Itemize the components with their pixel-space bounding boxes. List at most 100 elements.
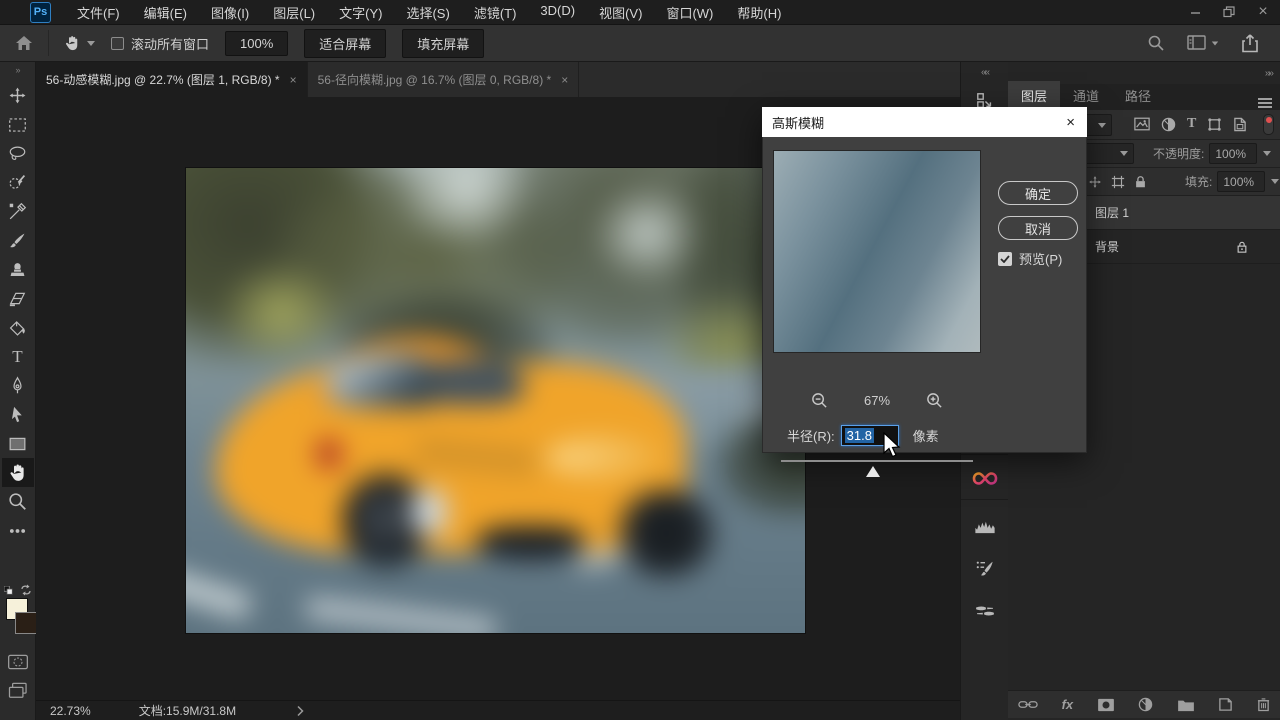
quick-selection-tool[interactable] [2, 168, 34, 197]
brushes-panel-icon[interactable] [961, 594, 1009, 628]
menu-edit[interactable]: 编辑(E) [132, 0, 199, 25]
path-select-tool[interactable] [2, 400, 34, 429]
menu-select[interactable]: 选择(S) [394, 0, 461, 25]
add-layer-mask-icon[interactable] [1097, 698, 1115, 712]
dialog-close-icon[interactable]: × [1066, 114, 1075, 131]
minimize-button[interactable] [1178, 0, 1212, 24]
swap-colors-icon[interactable] [20, 584, 32, 596]
opacity-chevron-icon[interactable] [1263, 151, 1271, 156]
hand-tool-chevron-icon[interactable] [87, 41, 95, 46]
tab-channels[interactable]: 通道 [1060, 81, 1112, 110]
tab-close-icon[interactable]: × [290, 73, 297, 87]
marquee-tool[interactable] [2, 110, 34, 139]
toolbar-collapse-icon[interactable]: » [0, 62, 35, 75]
document-tab-motion-blur[interactable]: 56-动感模糊.jpg @ 22.7% (图层 1, RGB/8) * × [36, 62, 308, 97]
zoom-out-icon[interactable] [811, 392, 828, 409]
background-color-swatch[interactable] [15, 612, 37, 634]
fill-label: 填充: [1185, 173, 1212, 190]
pen-tool[interactable] [2, 371, 34, 400]
home-icon[interactable] [6, 34, 42, 52]
lasso-tool[interactable] [2, 139, 34, 168]
filter-type-layers-icon[interactable]: T [1187, 116, 1196, 132]
shape-tool[interactable] [2, 429, 34, 458]
lock-artboard-icon[interactable] [1111, 175, 1125, 189]
hand-tool[interactable] [2, 458, 34, 487]
zoom-in-icon[interactable] [926, 392, 943, 409]
histogram-panel-icon[interactable] [961, 510, 1009, 544]
status-zoom-level[interactable]: 22.73% [50, 704, 91, 718]
type-tool[interactable]: T [2, 342, 34, 371]
hand-tool-option-icon[interactable] [55, 34, 103, 52]
clone-stamp-tool[interactable] [2, 255, 34, 284]
dialog-title-bar[interactable]: 高斯模糊 × [762, 107, 1087, 137]
photoshop-window: Ps 文件(F) 编辑(E) 图像(I) 图层(L) 文字(Y) 选择(S) 滤… [0, 0, 1280, 720]
screen-mode-icon[interactable] [8, 682, 28, 699]
panel-menu-icon[interactable] [1258, 96, 1272, 110]
eraser-tool[interactable] [2, 284, 34, 313]
fit-screen-button[interactable]: 适合屏幕 [304, 29, 386, 58]
menu-help[interactable]: 帮助(H) [725, 0, 793, 25]
tab-close-icon[interactable]: × [561, 73, 568, 87]
search-icon[interactable] [1136, 34, 1176, 52]
expand-panels-icon[interactable]: «« [961, 62, 1008, 78]
filter-adjustment-layers-icon[interactable] [1161, 117, 1176, 132]
menu-filter[interactable]: 滤镜(T) [462, 0, 529, 25]
zoom-tool[interactable] [2, 487, 34, 516]
cancel-button[interactable]: 取消 [998, 216, 1078, 240]
edit-toolbar-ellipsis-icon[interactable] [2, 516, 34, 545]
workspace-selector-icon[interactable] [1176, 35, 1230, 51]
share-icon[interactable] [1230, 34, 1270, 53]
fill-value[interactable]: 100% [1217, 171, 1265, 192]
link-layers-icon[interactable] [1018, 699, 1038, 710]
delete-layer-icon[interactable] [1257, 697, 1270, 712]
lock-all-icon[interactable] [1134, 175, 1147, 189]
menu-view[interactable]: 视图(V) [587, 0, 654, 25]
tab-paths[interactable]: 路径 [1112, 81, 1164, 110]
blur-preview-thumbnail[interactable] [773, 150, 981, 353]
fill-chevron-icon[interactable] [1271, 179, 1279, 184]
filter-toggle-switch[interactable] [1263, 114, 1274, 135]
layer-name[interactable]: 背景 [1095, 238, 1119, 255]
quick-mask-icon[interactable] [7, 654, 29, 670]
scroll-all-windows-checkbox[interactable]: 滚动所有窗口 [111, 34, 209, 53]
new-adjustment-layer-icon[interactable] [1138, 697, 1153, 712]
brush-settings-panel-icon[interactable] [961, 552, 1009, 586]
radius-slider-track[interactable] [781, 460, 973, 462]
opacity-value[interactable]: 100% [1209, 143, 1257, 164]
menu-3d[interactable]: 3D(D) [528, 0, 587, 25]
photoshop-logo-icon: Ps [30, 2, 51, 23]
workspace-chevron-icon[interactable] [1212, 41, 1218, 45]
menu-window[interactable]: 窗口(W) [654, 0, 725, 25]
checkbox-box[interactable] [111, 37, 124, 50]
radius-slider-thumb[interactable] [866, 466, 880, 477]
new-group-icon[interactable] [1177, 698, 1195, 712]
lock-position-icon[interactable] [1088, 175, 1102, 189]
filter-shape-layers-icon[interactable] [1207, 117, 1222, 132]
menu-type[interactable]: 文字(Y) [327, 0, 394, 25]
brush-tool[interactable] [2, 226, 34, 255]
status-expand-icon[interactable] [296, 705, 304, 717]
filter-smart-objects-icon[interactable] [1233, 117, 1247, 132]
checkbox-checked-icon[interactable] [998, 252, 1012, 266]
close-window-button[interactable]: × [1246, 0, 1280, 24]
zoom-100-button[interactable]: 100% [225, 31, 288, 56]
collapse-panels-icon[interactable]: »» [1265, 68, 1272, 79]
default-colors-icon[interactable] [4, 586, 13, 595]
canvas-image[interactable] [186, 168, 805, 633]
ok-button[interactable]: 确定 [998, 181, 1078, 205]
filter-pixel-layers-icon[interactable] [1134, 117, 1150, 131]
fill-screen-button[interactable]: 填充屏幕 [402, 29, 484, 58]
menu-layer[interactable]: 图层(L) [261, 0, 327, 25]
preview-checkbox[interactable]: 预览(P) [998, 249, 1062, 268]
new-layer-icon[interactable] [1218, 697, 1233, 712]
tab-layers[interactable]: 图层 [1008, 81, 1060, 110]
gradient-bucket-tool[interactable] [2, 313, 34, 342]
document-tab-radial-blur[interactable]: 56-径向模糊.jpg @ 16.7% (图层 0, RGB/8) * × [308, 62, 580, 97]
layer-name[interactable]: 图层 1 [1095, 204, 1129, 221]
eyedropper-tool[interactable] [2, 197, 34, 226]
menu-file[interactable]: 文件(F) [65, 0, 132, 25]
move-tool[interactable] [2, 81, 34, 110]
layer-style-fx-icon[interactable]: fx [1062, 697, 1074, 712]
menu-image[interactable]: 图像(I) [199, 0, 261, 25]
restore-button[interactable] [1212, 0, 1246, 24]
